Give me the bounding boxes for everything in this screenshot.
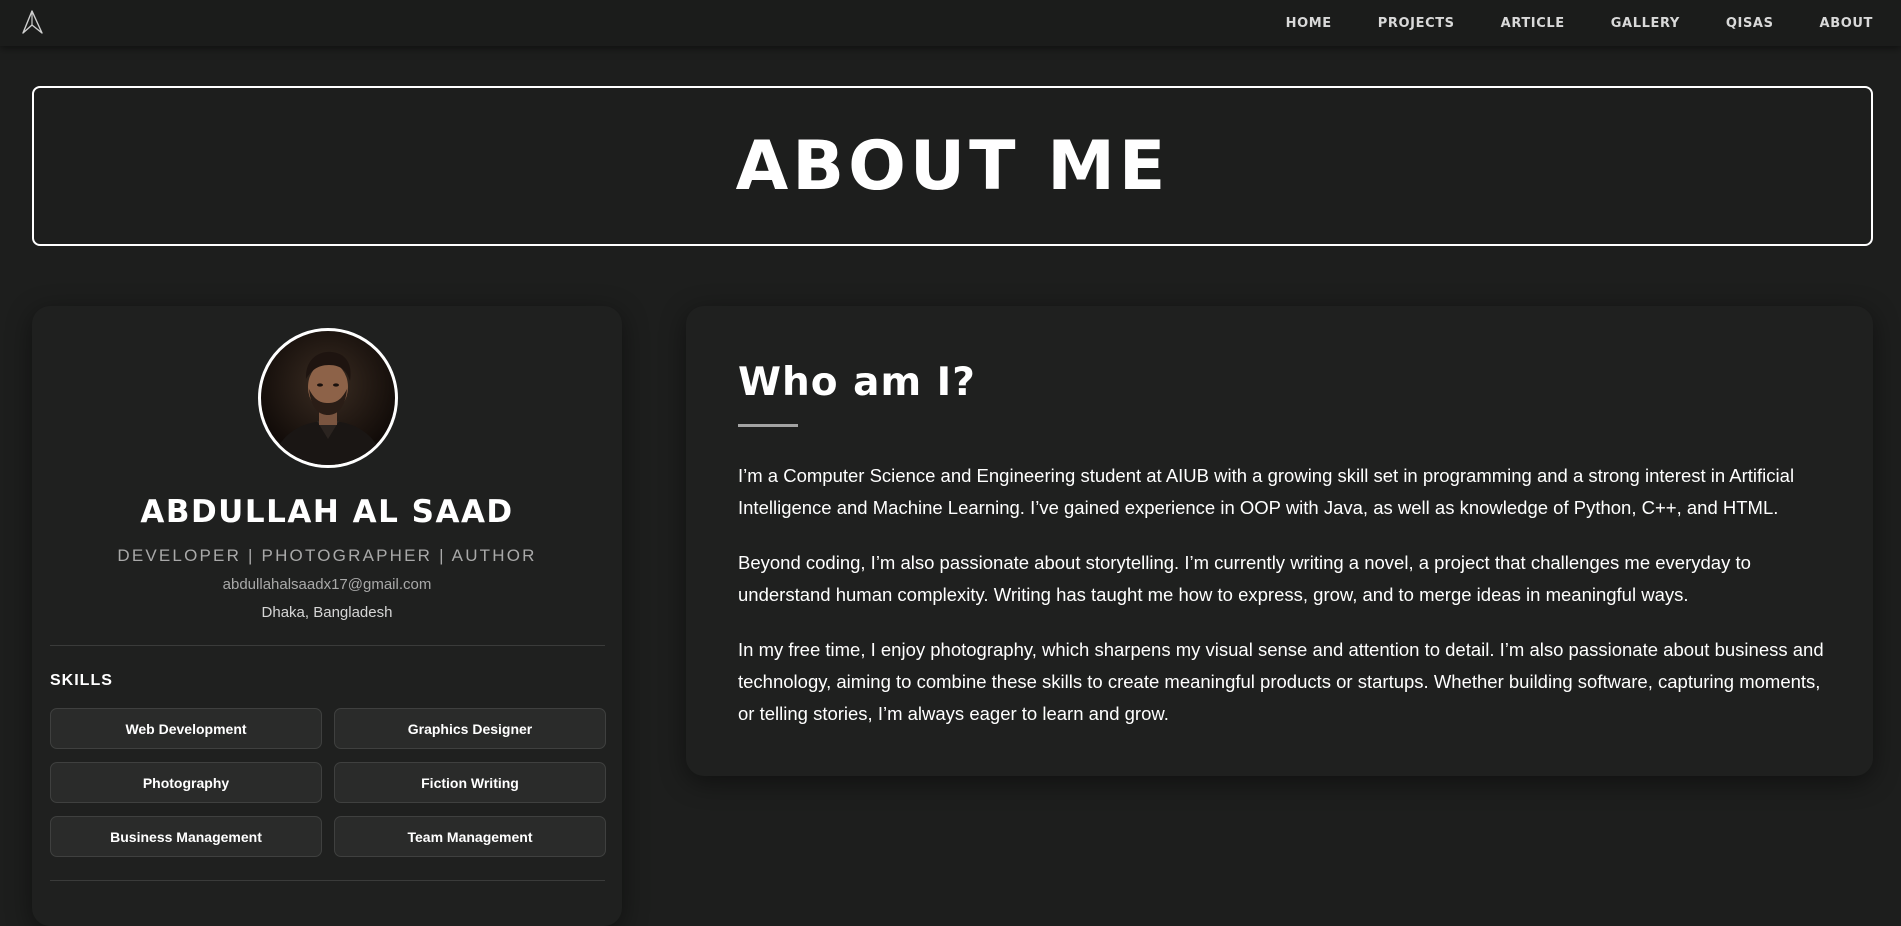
profile-photo [271,351,385,465]
paper-plane-logo-icon[interactable] [20,9,44,35]
hero-banner: ABOUT ME [32,86,1873,246]
skill-team-management[interactable]: Team Management [334,816,606,857]
profile-location: Dhaka, Bangladesh [261,604,393,621]
avatar [258,328,398,468]
skill-photography[interactable]: Photography [50,762,322,803]
nav-link-about[interactable]: ABOUT [1820,16,1873,31]
nav-link-gallery[interactable]: GALLERY [1611,16,1680,31]
skills-heading: SKILLS [50,672,113,689]
skills-divider [50,880,605,881]
nav-links: HOME PROJECTS ARTICLE GALLERY QISAS ABOU… [1240,0,1873,46]
about-card: Who am I? I’m a Computer Science and Eng… [686,306,1873,776]
profile-role: DEVELOPER | PHOTOGRAPHER | AUTHOR [117,546,537,565]
title-underline [738,424,798,427]
skill-web-development[interactable]: Web Development [50,708,322,749]
nav-link-home[interactable]: HOME [1286,16,1332,31]
profile-divider [50,645,605,646]
skill-fiction-writing[interactable]: Fiction Writing [334,762,606,803]
about-title: Who am I? [738,360,976,405]
about-paragraph-2: Beyond coding, I’m also passionate about… [738,552,1751,605]
top-navbar: HOME PROJECTS ARTICLE GALLERY QISAS ABOU… [0,0,1901,46]
about-paragraph-3: In my free time, I enjoy photography, wh… [738,639,1824,724]
profile-card: ABDULLAH AL SAAD DEVELOPER | PHOTOGRAPHE… [32,306,622,926]
skill-business-management[interactable]: Business Management [50,816,322,857]
about-paragraph-1: I’m a Computer Science and Engineering s… [738,465,1795,518]
nav-link-qisas[interactable]: QISAS [1726,16,1774,31]
profile-email[interactable]: abdullahalsaadx17@gmail.com [32,576,622,593]
nav-link-article[interactable]: ARTICLE [1501,16,1565,31]
skill-graphics-designer[interactable]: Graphics Designer [334,708,606,749]
nav-link-projects[interactable]: PROJECTS [1378,16,1455,31]
profile-name: ABDULLAH AL SAAD [140,494,514,530]
page-title: ABOUT ME [735,126,1170,206]
